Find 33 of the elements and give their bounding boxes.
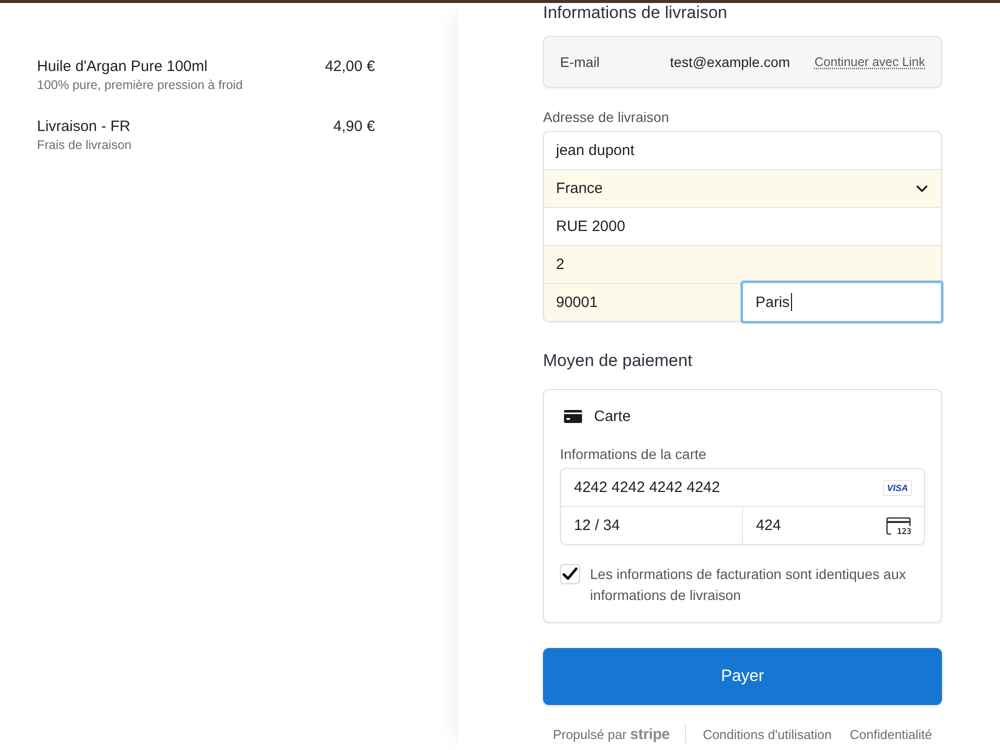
address-field[interactable]: Paris <box>740 281 943 323</box>
footer-link[interactable]: Confidentialité <box>850 726 932 742</box>
card-details-label: Informations de la carte <box>560 445 708 463</box>
card-number-field[interactable]: 4242 4242 4242 4242 VISA <box>561 469 924 506</box>
item-description: 100% pure, première pression à froid <box>37 77 244 93</box>
section-heading: Informations de livraison <box>543 3 728 23</box>
checkbox[interactable] <box>560 564 580 584</box>
address-field[interactable]: RUE 2000 <box>544 208 941 245</box>
email-label: E-mail <box>560 54 601 70</box>
email-value: test@example.com <box>670 54 790 70</box>
account-link[interactable]: Continuer avec Link <box>814 55 925 69</box>
footer-link[interactable]: Conditions d'utilisation <box>702 726 832 742</box>
country-select[interactable]: France <box>544 170 941 207</box>
item-price: 42,00 € <box>324 57 375 77</box>
card-brand-badge: VISA <box>882 480 912 496</box>
cvc-field[interactable]: 424 123 <box>742 507 924 544</box>
item-name: Huile d'Argan Pure 100ml <box>37 57 208 77</box>
address-field[interactable]: jean dupont <box>544 132 941 169</box>
billing-same-label: Les informations de facturation sont identiques aux informations de livraison <box>590 565 907 605</box>
pay-button[interactable]: Payer <box>543 648 942 705</box>
powered-by-label: Propulsé par stripe <box>552 726 670 742</box>
section-heading: Moyen de paiement <box>543 351 694 371</box>
address-label: Adresse de livraison <box>543 108 670 126</box>
credit-card-icon <box>564 410 582 422</box>
payment-method-label[interactable]: Carte <box>594 408 631 424</box>
chevron-down-icon <box>916 184 928 192</box>
address-field[interactable]: 90001 <box>544 284 742 321</box>
item-price: 4,90 € <box>333 117 375 137</box>
address-field[interactable]: 2 <box>544 246 941 283</box>
item-description: Frais de livraison <box>37 137 132 153</box>
expiry-field[interactable]: 12 / 34 <box>561 507 742 544</box>
item-name: Livraison - FR <box>37 117 130 137</box>
text-cursor <box>790 293 792 311</box>
